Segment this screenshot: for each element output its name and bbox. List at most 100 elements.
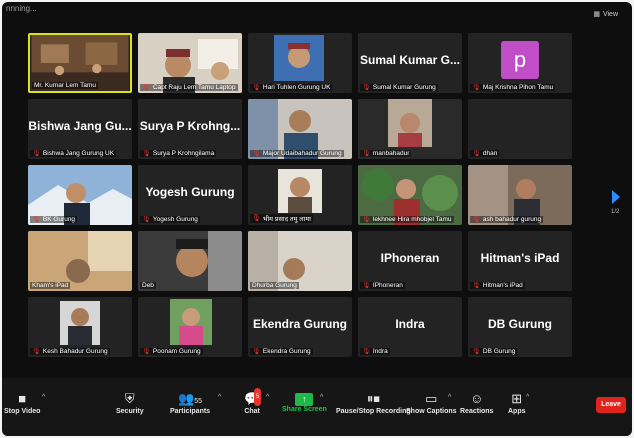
reactions-button[interactable]: ☺ Reactions	[460, 390, 493, 415]
participant-tile[interactable]: 🎙 Capt Raju Lem Tamu Laptop	[138, 33, 242, 93]
participant-name: 🎙 ash bahadur gurung	[470, 216, 544, 223]
mic-muted-icon: 🎙	[472, 150, 481, 157]
participant-name: 🎙 Maj Krishna Pihon Tamu	[470, 84, 556, 91]
meeting-toolbar: ■ Stop Video ^ ⛨ Security 👥55 Participan…	[2, 378, 632, 436]
participant-tile[interactable]: p 🎙 Maj Krishna Pihon Tamu	[468, 33, 572, 93]
chevron-up-icon[interactable]: ^	[218, 394, 221, 401]
mic-muted-icon: 🎙	[252, 84, 261, 91]
participant-name: 🎙 भीम प्रसाद तमु लामा	[250, 214, 313, 223]
participant-tile[interactable]: Yogesh Gurung 🎙 Yogesh Gurung	[138, 165, 242, 225]
participant-tile[interactable]: 🎙 manbahadur	[358, 99, 462, 159]
participant-tile[interactable]: 🎙 lekhnee Hira mhobjel Tamu	[358, 165, 462, 225]
participant-tile[interactable]: 🎙 Major Udaibahadur Gurung	[248, 99, 352, 159]
participant-tile[interactable]: Hitman's iPad 🎙 Hitman's iPad	[468, 231, 572, 291]
participant-display-name: DB Gurung	[488, 317, 552, 331]
participant-display-name: Yogesh Gurung	[145, 185, 235, 199]
participant-name: 🎙 Kesh Bahadur Gurung	[30, 348, 110, 355]
share-screen-icon: ↑	[295, 393, 314, 406]
participant-tile[interactable]: Bishwa Jang Gu... 🎙 Bishwa Jang Gurung UK	[28, 99, 132, 159]
participant-name: 🎙 Surya P Krohngilama	[140, 150, 217, 157]
participant-name: 🎙 Bishwa Jang Gurung UK	[30, 150, 117, 157]
zoom-window: nnning... ▦ View Mr. Kumar Lem Tamu 🎙 Cap…	[2, 2, 632, 436]
participant-tile[interactable]: Surya P Krohng... 🎙 Surya P Krohngilama	[138, 99, 242, 159]
mic-muted-icon: 🎙	[252, 150, 261, 157]
chevron-up-icon[interactable]: ^	[42, 394, 45, 401]
participant-name: 🎙 Indra	[360, 348, 390, 355]
participant-name: 🎙 Sumal Kumar Gurung	[360, 84, 438, 91]
reactions-icon: ☺	[470, 391, 484, 406]
participant-display-name: Ekendra Gurung	[252, 317, 347, 331]
participants-icon: 👥55	[178, 391, 203, 406]
mic-muted-icon: 🎙	[32, 348, 41, 355]
participant-tile[interactable]: 🎙 ash bahadur gurung	[468, 165, 572, 225]
participant-name: 🎙 Hari Tuhlen Gurung UK	[250, 84, 333, 91]
view-button[interactable]: ▦ View	[593, 10, 618, 19]
participant-tile[interactable]: 🎙 Hari Tuhlen Gurung UK	[248, 33, 352, 93]
mic-muted-icon: 🎙	[362, 282, 371, 289]
participant-name: 🎙 IPhoneran	[360, 282, 405, 289]
mic-muted-icon: 🎙	[362, 84, 371, 91]
participant-tile[interactable]: Ekendra Gurung 🎙 Ekendra Gurung	[248, 297, 352, 357]
participant-display-name: IPhoneran	[380, 251, 440, 265]
participant-tile[interactable]: 🎙 Kesh Bahadur Gurung	[28, 297, 132, 357]
participant-display-name: Surya P Krohng...	[139, 119, 241, 133]
stop-video-button[interactable]: ■ Stop Video	[4, 390, 40, 415]
participant-tile[interactable]: 🎙 Poonam Gurung	[138, 297, 242, 357]
top-bar: nnning... ▦ View	[2, 2, 632, 24]
next-page-arrow-icon[interactable]	[612, 190, 620, 204]
participant-tile[interactable]: IPhoneran 🎙 IPhoneran	[358, 231, 462, 291]
participants-button[interactable]: 👥55 Participants	[170, 390, 210, 415]
chevron-up-icon[interactable]: ^	[266, 394, 269, 401]
chat-button[interactable]: 💬 5 Chat	[244, 388, 262, 415]
mic-muted-icon: 🎙	[472, 216, 481, 223]
participant-name: Kham's iPad	[30, 282, 71, 289]
participant-name: 🎙 Yogesh Gurung	[140, 216, 200, 223]
grid-icon: ▦	[593, 11, 600, 18]
chevron-up-icon[interactable]: ^	[526, 394, 529, 401]
camera-icon: ■	[18, 391, 27, 406]
view-label: View	[602, 10, 618, 18]
page-indicator: 1/2	[611, 209, 620, 215]
participant-name: 🎙 DB Gurung	[470, 348, 518, 355]
participant-tile[interactable]: Mr. Kumar Lem Tamu	[28, 33, 132, 93]
mic-muted-icon: 🎙	[142, 84, 151, 91]
participant-tile[interactable]: 🎙 भीम प्रसाद तमु लामा	[248, 165, 352, 225]
participant-tile[interactable]: Sumal Kumar G... 🎙 Sumal Kumar Gurung	[358, 33, 462, 93]
mic-muted-icon: 🎙	[142, 150, 151, 157]
mic-muted-icon: 🎙	[252, 215, 261, 222]
participant-tile[interactable]: 🎙 dhan	[468, 99, 572, 159]
mic-muted-icon: 🎙	[252, 348, 261, 355]
recording-button[interactable]: ⏸⏹ Pause/Stop Recording	[336, 390, 411, 415]
participant-tile[interactable]: Dhurba Gurung	[248, 231, 352, 291]
leave-button[interactable]: Leave	[596, 397, 626, 413]
apps-button[interactable]: ⊞ Apps	[508, 390, 526, 415]
mic-muted-icon: 🎙	[32, 216, 41, 223]
mic-muted-icon: 🎙	[472, 84, 481, 91]
participant-tile[interactable]: DB Gurung 🎙 DB Gurung	[468, 297, 572, 357]
participant-display-name: Indra	[395, 317, 425, 331]
participant-tile[interactable]: Deb	[138, 231, 242, 291]
security-button[interactable]: ⛨ Security	[116, 390, 144, 415]
chevron-up-icon[interactable]: ^	[320, 394, 323, 401]
participant-name: 🎙 Ekendra Gurung	[250, 348, 313, 355]
mic-muted-icon: 🎙	[362, 348, 371, 355]
participant-tile[interactable]: Kham's iPad	[28, 231, 132, 291]
mic-muted-icon: 🎙	[32, 150, 41, 157]
participant-tile[interactable]: 🎙 BK Gurung	[28, 165, 132, 225]
participant-name: 🎙 Poonam Gurung	[140, 348, 203, 355]
participant-name: 🎙 manbahadur	[360, 150, 412, 157]
participant-name: 🎙 lekhnee Hira mhobjel Tamu	[360, 216, 454, 223]
participant-name: 🎙 Major Udaibahadur Gurung	[250, 150, 344, 157]
participant-name: 🎙 Capt Raju Lem Tamu Laptop	[140, 84, 238, 91]
shield-icon: ⛨	[124, 391, 135, 406]
mic-muted-icon: 🎙	[362, 216, 371, 223]
participant-name: Mr. Kumar Lem Tamu	[32, 82, 99, 89]
pause-stop-icon: ⏸⏹	[366, 391, 380, 406]
participant-tile[interactable]: Indra 🎙 Indra	[358, 297, 462, 357]
mic-muted-icon: 🎙	[142, 348, 151, 355]
participant-name: Deb	[140, 282, 156, 289]
chevron-up-icon[interactable]: ^	[448, 394, 451, 401]
participant-name: 🎙 dhan	[470, 150, 500, 157]
participant-display-name: Hitman's iPad	[480, 251, 560, 265]
gallery-grid: Mr. Kumar Lem Tamu 🎙 Capt Raju Lem Tamu L…	[28, 33, 573, 363]
